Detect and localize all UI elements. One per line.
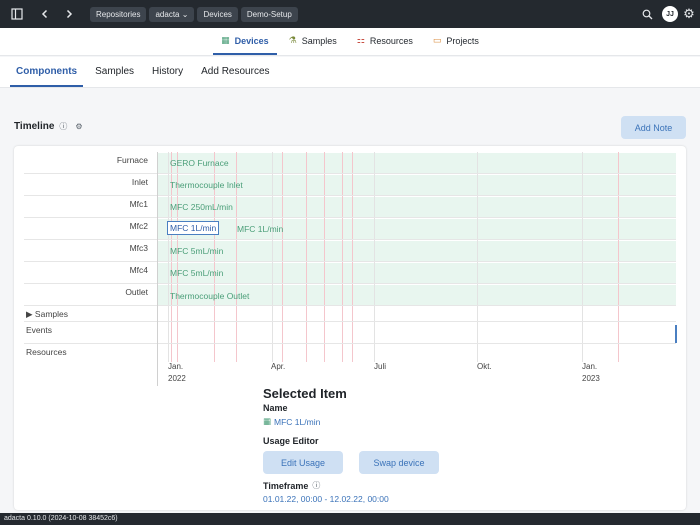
timeframe-value: 01.01.22, 00:00 - 12.02.22, 00:00 [263, 494, 389, 504]
row-label-inlet: Inlet [131, 177, 148, 187]
tab-add-resources[interactable]: Add Resources [195, 57, 275, 87]
axis-tick-year: 2022 [168, 374, 186, 383]
device-icon: ▦ [263, 416, 272, 426]
avatar[interactable]: JJ [662, 6, 678, 22]
back-icon[interactable] [34, 3, 56, 25]
info-icon[interactable]: ⓘ [312, 480, 320, 491]
settings-icon[interactable]: ⚙ [75, 122, 82, 131]
axis-tick-label: Jan. [168, 362, 184, 371]
axis-tick-label: Jan. [582, 362, 598, 371]
samples-row[interactable]: ▶ Samples [24, 306, 676, 322]
add-note-button[interactable]: Add Note [621, 116, 686, 139]
resources-row-label: Resources [26, 347, 67, 357]
breadcrumb-repository-select[interactable]: adacta ⌄ [149, 6, 195, 22]
sub-nav: Components Samples History Add Resources [0, 57, 700, 88]
bar-mfc-250[interactable]: MFC 250mL/min [170, 202, 233, 212]
caret-right-icon: ▶ [26, 309, 33, 319]
timeframe-label: Timeframe [263, 480, 309, 491]
gear-icon[interactable]: ⚙ [682, 3, 696, 25]
tab-devices-label: Devices [234, 35, 269, 46]
tab-history[interactable]: History [146, 57, 189, 87]
axis-tick-label: Apr. [271, 362, 286, 371]
tab-components[interactable]: Components [10, 57, 84, 87]
bar-mfc-5-mfc3[interactable]: MFC 5mL/min [170, 246, 223, 256]
resources-row: Resources [24, 344, 676, 362]
tab-projects[interactable]: ▭ Projects [425, 28, 487, 55]
bar-mfc-5-mfc4[interactable]: MFC 5mL/min [170, 268, 223, 278]
edit-usage-button[interactable]: Edit Usage [263, 451, 343, 474]
chevron-down-icon: ⌄ [181, 9, 189, 19]
help-icon[interactable]: ⓘ [59, 121, 67, 132]
breadcrumb-repository-label: adacta [155, 9, 180, 19]
top-bar: Repositories adacta ⌄ Devices Demo-Setup… [0, 0, 700, 28]
bar-thermocouple-inlet[interactable]: Thermocouple Inlet [170, 180, 243, 190]
breadcrumb: Repositories adacta ⌄ Devices Demo-Setup [90, 6, 298, 22]
tab-samples[interactable]: ⚗ Samples [281, 28, 345, 55]
event-marker[interactable] [675, 325, 677, 343]
resources-icon: ⚏ [356, 35, 365, 45]
tab-devices[interactable]: ▦ Devices [213, 28, 277, 55]
events-row-label: Events [26, 325, 52, 335]
bar-gero-furnace[interactable]: GERO Furnace [170, 158, 229, 168]
timeline-row: Mfc1 [24, 196, 676, 218]
breadcrumb-repositories[interactable]: Repositories [90, 6, 147, 22]
selected-item-title: Selected Item [263, 386, 347, 401]
timeline-row: Inlet [24, 174, 676, 196]
row-label-outlet: Outlet [125, 287, 148, 297]
timeframe-header: Timeframe ⓘ [263, 480, 563, 491]
timeline-row: Mfc3 [24, 240, 676, 262]
timeline-row: Furnace [24, 152, 676, 174]
timeline-row: Mfc2 [24, 218, 676, 240]
bar-thermocouple-outlet[interactable]: Thermocouple Outlet [170, 291, 249, 301]
breadcrumb-demo-setup[interactable]: Demo-Setup [240, 6, 298, 22]
swap-device-button[interactable]: Swap device [359, 451, 439, 474]
usage-editor-label: Usage Editor [263, 436, 319, 446]
breadcrumb-devices[interactable]: Devices [197, 6, 238, 22]
tab-samples-label: Samples [301, 35, 337, 46]
row-label-mfc3: Mfc3 [129, 243, 148, 253]
bar-mfc-1l[interactable]: MFC 1L/min [237, 224, 283, 234]
name-label: Name [263, 403, 288, 413]
row-label-mfc1: Mfc1 [129, 199, 148, 209]
tab-resources[interactable]: ⚏ Resources [349, 28, 421, 55]
axis-tick-year: 2023 [582, 374, 600, 383]
timeline-row: Outlet [24, 284, 676, 306]
selected-device-name: MFC 1L/min [274, 416, 321, 427]
samples-icon: ⚗ [288, 35, 297, 45]
row-label-mfc2: Mfc2 [129, 221, 148, 231]
selected-item-panel: Selected Item Name ▦ MFC 1L/min Usage Ed… [263, 386, 563, 504]
timeline-chart: Furnace Inlet Mfc1 Mfc2 Mfc3 Mfc4 Outlet… [24, 152, 677, 386]
sidebar-toggle-icon[interactable] [6, 3, 28, 25]
samples-row-label: Samples [34, 309, 68, 319]
axis-tick-label: Juli [374, 362, 387, 371]
tab-resources-label: Resources [369, 35, 413, 46]
tab-samples-sub[interactable]: Samples [89, 57, 140, 87]
timeline-row: Mfc4 [24, 262, 676, 284]
projects-icon: ▭ [432, 35, 442, 45]
events-row: Events [24, 322, 676, 344]
row-label-mfc4: Mfc4 [129, 265, 148, 275]
timeline-title: Timeline [14, 121, 55, 132]
timeline-header: Timeline ⓘ ⚙ [14, 121, 83, 132]
main-nav: ▦ Devices ⚗ Samples ⚏ Resources ▭ Projec… [0, 28, 700, 56]
row-label-furnace: Furnace [116, 155, 148, 165]
timeline-gutter [157, 152, 158, 386]
devices-icon: ▦ [221, 35, 230, 45]
bar-mfc-1l-selected[interactable]: MFC 1L/min [167, 221, 220, 235]
selected-device-link[interactable]: ▦ MFC 1L/min [263, 416, 563, 427]
forward-icon[interactable] [58, 3, 80, 25]
status-bar: adacta 0.10.0 (2024-10-08 38452c6) [0, 513, 700, 525]
tab-projects-label: Projects [446, 35, 479, 46]
axis-tick-label: Okt. [477, 362, 492, 371]
search-icon[interactable] [636, 3, 658, 25]
